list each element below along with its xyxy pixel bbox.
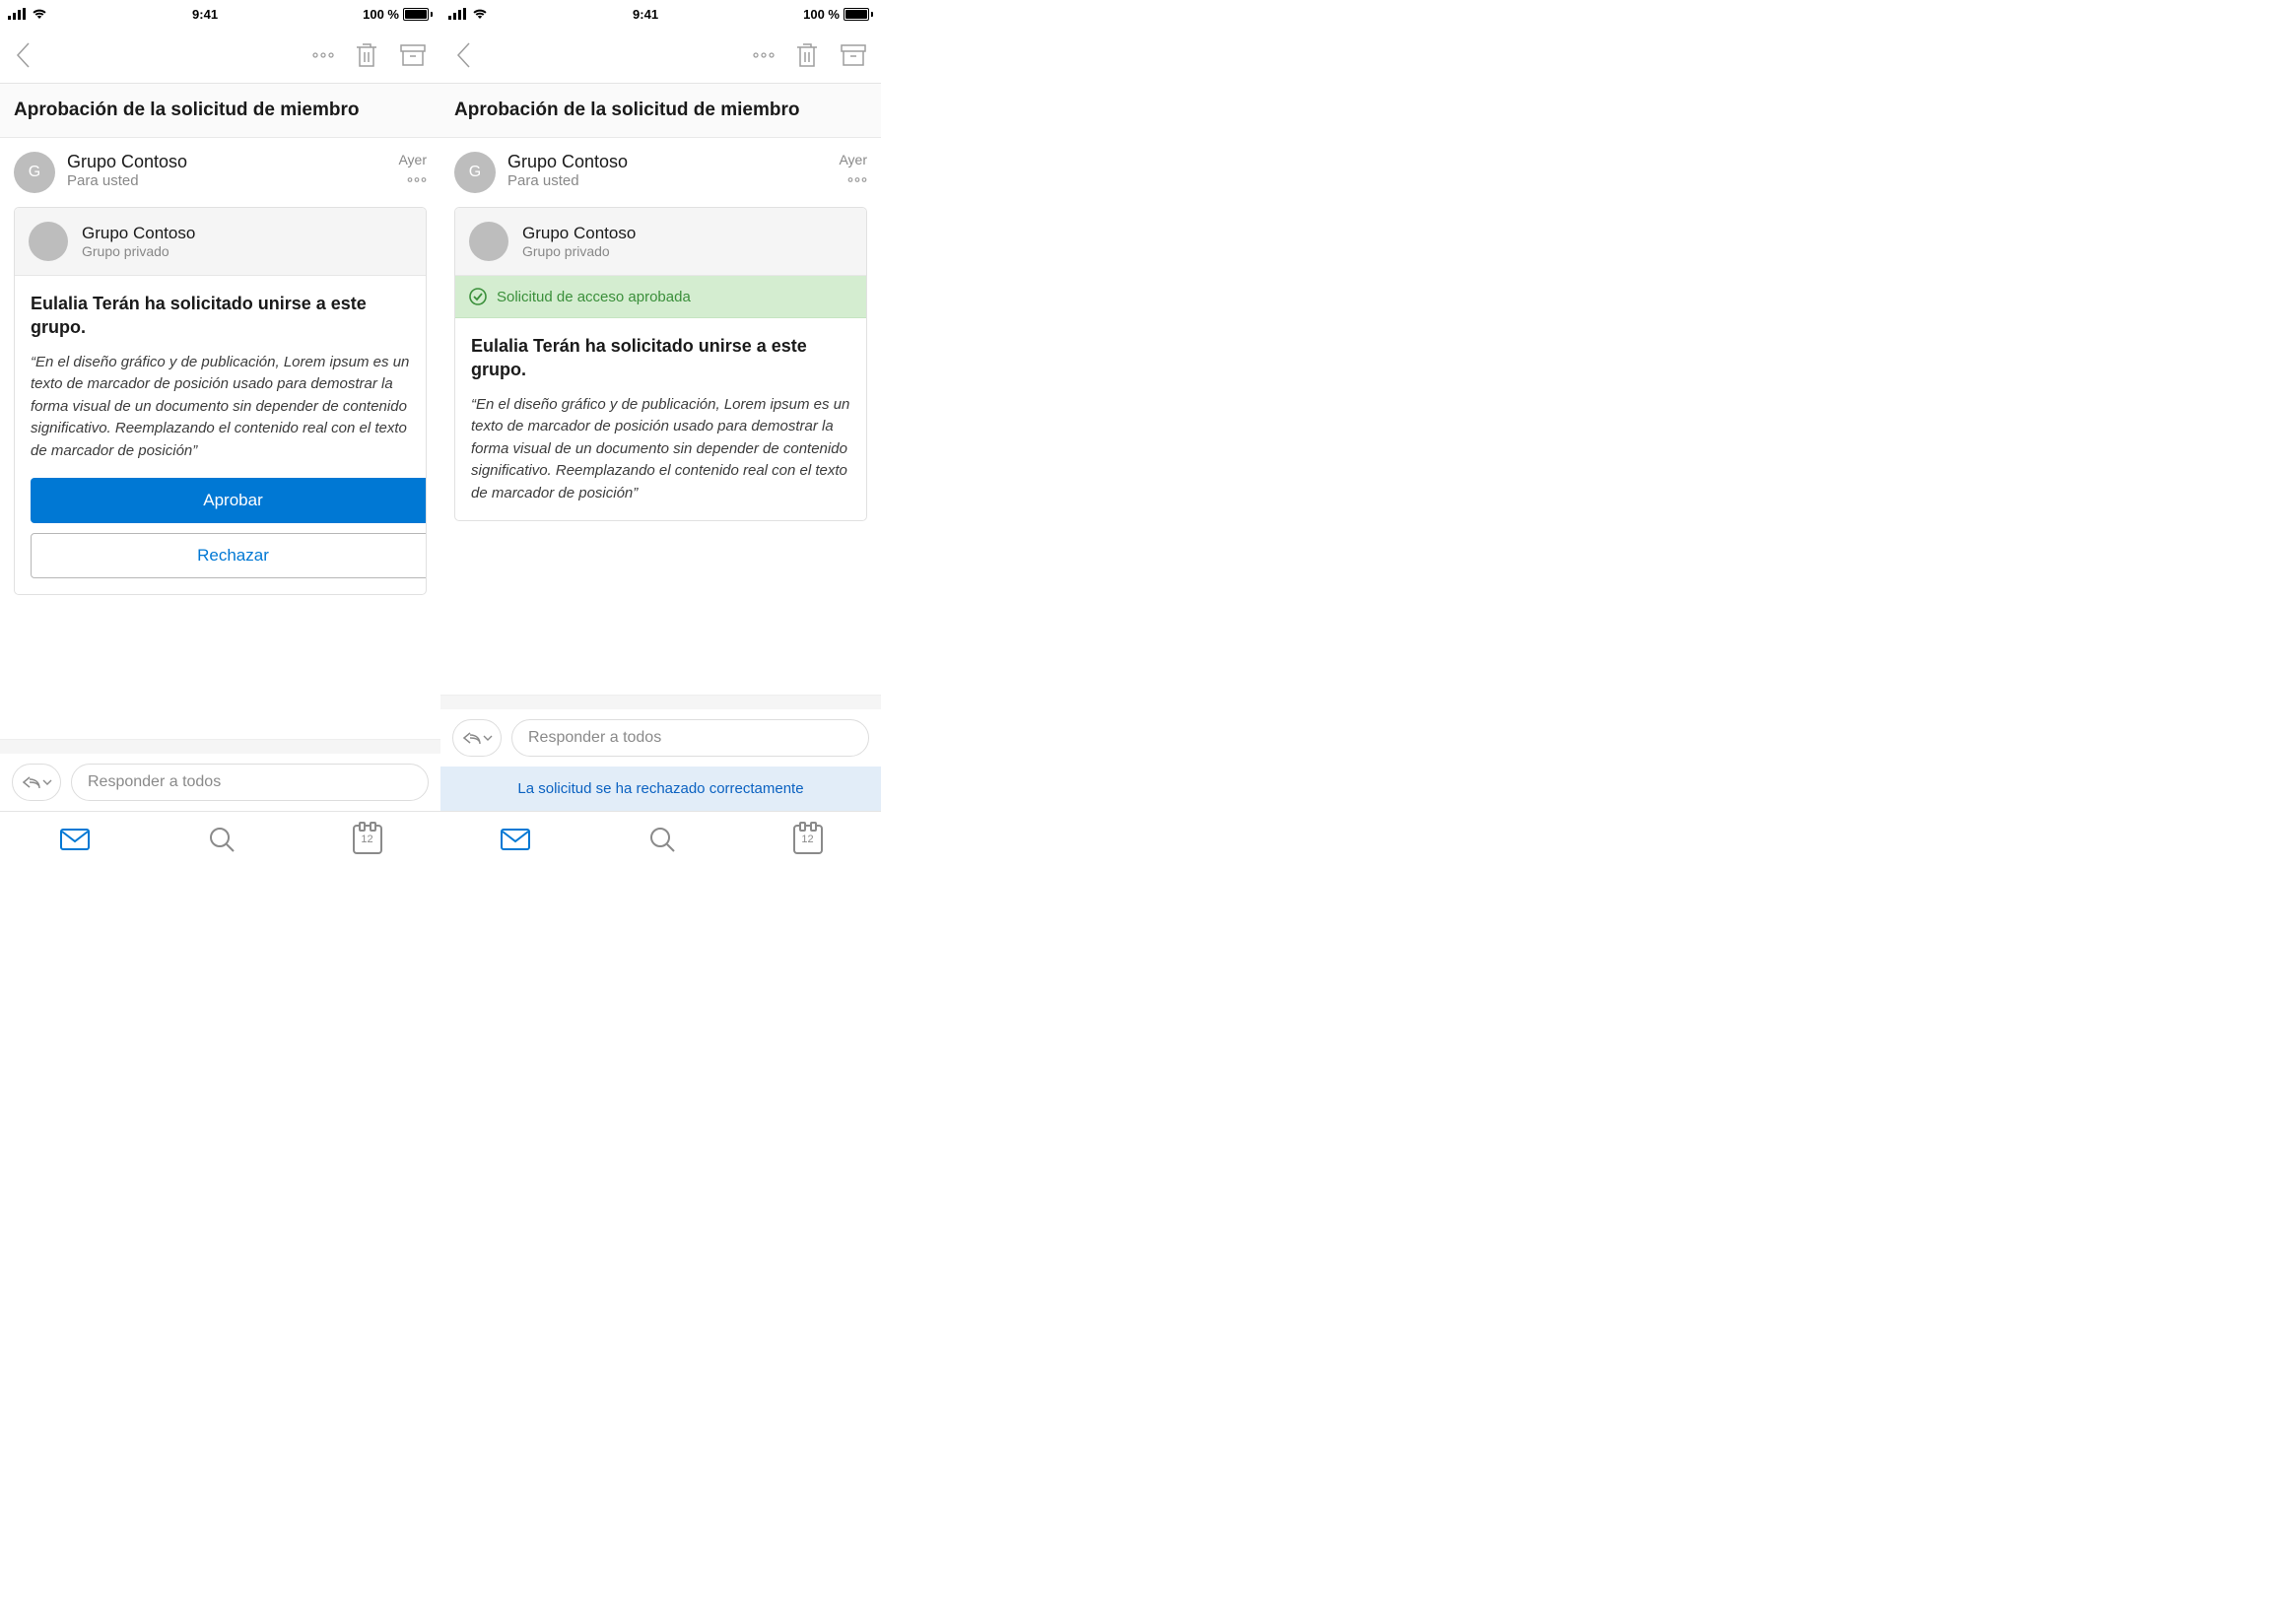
- group-name: Grupo Contoso: [82, 224, 195, 243]
- mail-icon: [59, 828, 91, 851]
- back-button[interactable]: [454, 40, 472, 70]
- divider-area: [440, 695, 881, 709]
- reply-bar: Responder a todos: [440, 709, 881, 767]
- message-more-button[interactable]: [407, 177, 427, 182]
- sender-avatar[interactable]: G: [454, 152, 496, 193]
- spacer: [0, 609, 440, 739]
- card-header: Grupo Contoso Grupo privado: [455, 208, 866, 276]
- wifi-icon: [472, 8, 488, 20]
- chevron-down-icon: [42, 779, 52, 785]
- message-more-button[interactable]: [847, 177, 867, 182]
- card-header: Grupo Contoso Grupo privado: [15, 208, 426, 276]
- sender-name: Grupo Contoso: [507, 152, 827, 172]
- request-quote: “En el diseño gráfico y de publicación, …: [31, 352, 410, 463]
- status-bar: 9:41 100 %: [0, 0, 440, 28]
- reply-mode-button[interactable]: [12, 764, 61, 801]
- reply-bar: Responder a todos: [0, 754, 440, 811]
- check-circle-icon: [469, 288, 487, 305]
- battery-icon: [844, 8, 873, 21]
- group-avatar: [29, 222, 68, 261]
- recipient-line: Para usted: [67, 172, 386, 189]
- reply-all-icon: [462, 731, 482, 745]
- email-subject: Aprobación de la solicitud de miembro: [454, 100, 867, 121]
- message-timestamp: Ayer: [839, 152, 867, 167]
- request-title: Eulalia Terán ha solicitado unirse a est…: [471, 334, 850, 382]
- calendar-icon: 12: [353, 825, 382, 854]
- calendar-icon: 12: [793, 825, 823, 854]
- signal-icon: [448, 8, 466, 20]
- reply-input[interactable]: Responder a todos: [511, 719, 869, 757]
- tab-mail[interactable]: [59, 828, 91, 851]
- action-buttons: Aprobar Rechazar: [15, 478, 426, 594]
- subject-bar: Aprobación de la solicitud de miembro: [440, 84, 881, 138]
- archive-button[interactable]: [399, 42, 427, 68]
- card-body: Eulalia Terán ha solicitado unirse a est…: [455, 318, 866, 520]
- tab-calendar[interactable]: 12: [353, 825, 382, 854]
- spacer: [440, 535, 881, 695]
- wifi-icon: [32, 8, 47, 20]
- request-card: Grupo Contoso Grupo privado Solicitud de…: [454, 207, 867, 521]
- status-time: 9:41: [192, 7, 218, 22]
- recipient-line: Para usted: [507, 172, 827, 189]
- divider-area: [0, 739, 440, 754]
- phone-pending-request: 9:41 100 % Aprobación de la solicitud de…: [0, 0, 440, 867]
- tab-mail[interactable]: [500, 828, 531, 851]
- rejection-toast: La solicitud se ha rechazado correctamen…: [440, 767, 881, 811]
- back-button[interactable]: [14, 40, 32, 70]
- email-subject: Aprobación de la solicitud de miembro: [14, 100, 427, 121]
- nav-bar: [0, 28, 440, 84]
- delete-button[interactable]: [354, 41, 379, 69]
- tab-search[interactable]: [648, 826, 676, 853]
- request-quote: “En el diseño gráfico y de publicación, …: [471, 394, 850, 505]
- approve-button[interactable]: Aprobar: [31, 478, 427, 523]
- nav-bar: [440, 28, 881, 84]
- request-title: Eulalia Terán ha solicitado unirse a est…: [31, 292, 410, 340]
- mail-icon: [500, 828, 531, 851]
- sender-name: Grupo Contoso: [67, 152, 386, 172]
- message-header: G Grupo Contoso Para usted Ayer: [0, 138, 440, 207]
- group-type: Grupo privado: [82, 243, 195, 259]
- signal-icon: [8, 8, 26, 20]
- tab-search[interactable]: [208, 826, 236, 853]
- group-type: Grupo privado: [522, 243, 636, 259]
- status-bar: 9:41 100 %: [440, 0, 881, 28]
- reply-all-icon: [22, 775, 41, 789]
- more-options-button[interactable]: [312, 52, 334, 58]
- reply-input[interactable]: Responder a todos: [71, 764, 429, 801]
- success-text: Solicitud de acceso aprobada: [497, 289, 691, 305]
- delete-button[interactable]: [794, 41, 820, 69]
- status-time: 9:41: [633, 7, 658, 22]
- battery-percent: 100 %: [363, 7, 399, 22]
- search-icon: [648, 826, 676, 853]
- search-icon: [208, 826, 236, 853]
- request-card: Grupo Contoso Grupo privado Eulalia Terá…: [14, 207, 427, 595]
- reply-mode-button[interactable]: [452, 719, 502, 757]
- battery-percent: 100 %: [803, 7, 840, 22]
- subject-bar: Aprobación de la solicitud de miembro: [0, 84, 440, 138]
- tab-calendar[interactable]: 12: [793, 825, 823, 854]
- sender-avatar[interactable]: G: [14, 152, 55, 193]
- message-header: G Grupo Contoso Para usted Ayer: [440, 138, 881, 207]
- more-options-button[interactable]: [753, 52, 775, 58]
- group-name: Grupo Contoso: [522, 224, 636, 243]
- group-avatar: [469, 222, 508, 261]
- success-banner: Solicitud de acceso aprobada: [455, 276, 866, 318]
- tab-bar: 12: [440, 811, 881, 867]
- archive-button[interactable]: [840, 42, 867, 68]
- message-timestamp: Ayer: [398, 152, 427, 167]
- phone-resolved-request: 9:41 100 % Aprobación de la solicitud de…: [440, 0, 881, 867]
- reject-button[interactable]: Rechazar: [31, 533, 427, 578]
- battery-icon: [403, 8, 433, 21]
- card-body: Eulalia Terán ha solicitado unirse a est…: [15, 276, 426, 478]
- chevron-down-icon: [483, 735, 493, 741]
- tab-bar: 12: [0, 811, 440, 867]
